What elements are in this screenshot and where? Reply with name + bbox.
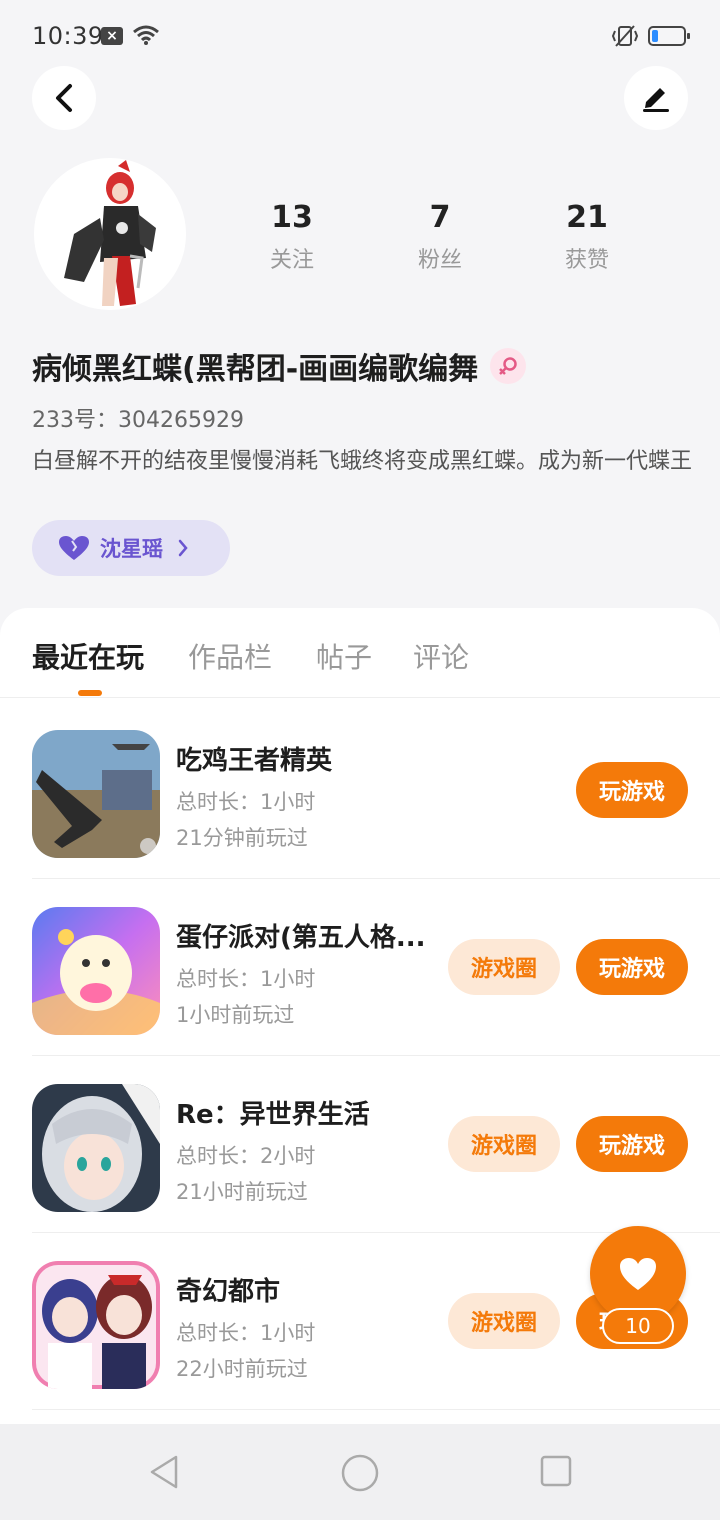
stat-fans[interactable]: 7 粉丝	[366, 200, 514, 274]
relationship-tag[interactable]: 沈星瑶	[32, 520, 230, 576]
tab-comments[interactable]: 评论	[413, 636, 469, 676]
notification-x-icon: ×	[101, 27, 123, 45]
profile-stats: 13 关注 7 粉丝 21 获赞	[218, 200, 658, 280]
nickname: 病倾黑红蝶(黑帮团-画画编歌编舞	[32, 352, 479, 387]
game-name: 蛋仔派对(第五人格...	[176, 923, 426, 953]
stat-following-label: 关注	[269, 248, 314, 273]
game-duration: 总时长：1小时	[176, 967, 316, 991]
edit-profile-button[interactable]	[624, 66, 688, 130]
game-row[interactable]: 蛋仔派对(第五人格... 总时长：1小时 1小时前玩过 游戏圈 玩游戏	[32, 879, 720, 1056]
game-icon	[32, 730, 160, 858]
female-gender-icon	[490, 348, 527, 384]
game-last-played: 21分钟前玩过	[176, 826, 308, 850]
edit-pen-icon	[643, 88, 669, 112]
game-circle-button[interactable]: 游戏圈	[448, 1293, 560, 1349]
stat-likes-value: 21	[566, 200, 608, 235]
tag-label: 沈星瑶	[100, 537, 163, 561]
game-row[interactable]: 吃鸡王者精英 总时长：1小时 21分钟前玩过 玩游戏	[32, 702, 720, 879]
play-game-button[interactable]: 玩游戏	[576, 762, 688, 818]
game-icon	[32, 1084, 160, 1212]
avatar[interactable]	[34, 158, 186, 310]
game-icon	[32, 1261, 160, 1389]
battery-icon	[648, 26, 690, 46]
nav-back-icon[interactable]	[146, 1454, 182, 1490]
game-name: 吃鸡王者精英	[176, 746, 333, 776]
status-bar: 10:39 ×	[0, 0, 720, 72]
game-last-played: 1小时前玩过	[176, 1003, 295, 1027]
nickname-row: 病倾黑红蝶(黑帮团-画画编歌编舞	[32, 344, 527, 388]
tab-recently-played[interactable]: 最近在玩	[32, 636, 144, 676]
heart-icon	[59, 536, 89, 560]
play-game-button[interactable]: 玩游戏	[576, 1116, 688, 1172]
tab-indicator	[78, 690, 102, 696]
stat-following[interactable]: 13 关注	[218, 200, 366, 274]
game-duration: 总时长：2小时	[176, 1144, 316, 1168]
stat-fans-value: 7	[429, 200, 451, 235]
game-duration: 总时长：1小时	[176, 1321, 316, 1345]
game-duration: 总时长：1小时	[176, 790, 316, 814]
stat-likes[interactable]: 21 获赞	[513, 200, 661, 274]
like-count-badge: 10	[602, 1308, 674, 1344]
bio: 白昼解不开的结夜里慢慢消耗飞蛾终将变成黑红蝶。成为新一代蝶王	[32, 449, 693, 474]
nav-home-icon[interactable]	[341, 1454, 379, 1492]
system-navigation-bar	[0, 1424, 720, 1520]
game-icon	[32, 907, 160, 1035]
chevron-right-icon	[178, 539, 188, 557]
stat-likes-label: 获赞	[564, 248, 609, 273]
tab-bar: 最近在玩 作品栏 帖子 评论	[0, 608, 720, 698]
game-name: Re：异世界生活	[176, 1100, 370, 1130]
stat-fans-label: 粉丝	[417, 248, 462, 273]
play-game-button[interactable]: 玩游戏	[576, 939, 688, 995]
heart-icon	[620, 1258, 656, 1290]
back-button[interactable]	[32, 66, 96, 130]
nav-recents-icon[interactable]	[539, 1454, 573, 1488]
game-name: 奇幻都市	[176, 1277, 281, 1307]
stat-following-value: 13	[271, 200, 313, 235]
user-id: 233号：304265929	[32, 408, 244, 433]
game-circle-button[interactable]: 游戏圈	[448, 939, 560, 995]
tab-works[interactable]: 作品栏	[188, 636, 272, 676]
game-row[interactable]: Re：异世界生活 总时长：2小时 21小时前玩过 游戏圈 玩游戏	[32, 1056, 720, 1233]
wifi-icon	[133, 25, 159, 45]
tab-posts[interactable]: 帖子	[316, 636, 372, 676]
vibrate-icon	[611, 25, 639, 47]
game-last-played: 21小时前玩过	[176, 1180, 308, 1204]
avatar-character-image	[34, 158, 186, 310]
status-time: 10:39	[32, 22, 104, 50]
game-circle-button[interactable]: 游戏圈	[448, 1116, 560, 1172]
chevron-left-icon	[56, 84, 72, 112]
game-last-played: 22小时前玩过	[176, 1357, 308, 1381]
